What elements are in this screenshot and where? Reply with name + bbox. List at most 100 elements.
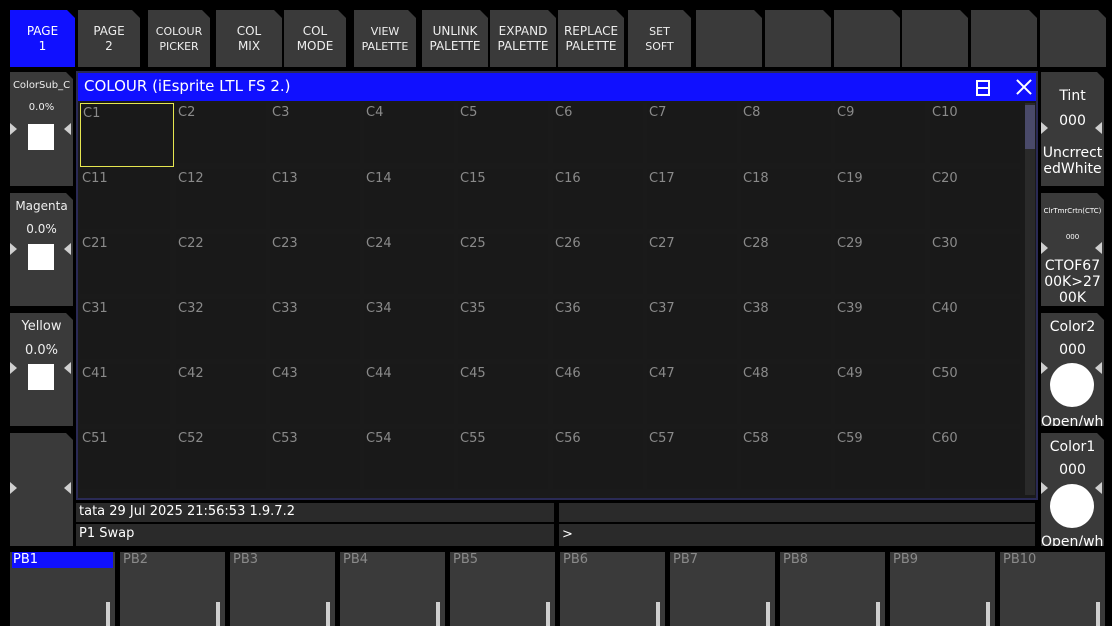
decrease-arrow-icon[interactable] [10, 482, 17, 494]
encoder-color1[interactable]: Color1 000 Open/whit [1041, 433, 1104, 546]
palette-cell[interactable]: C44 [364, 364, 454, 424]
palette-cell[interactable]: C49 [835, 364, 925, 424]
toolbar-button-set-soft[interactable]: SET SOFT [628, 10, 691, 67]
fader-handle[interactable] [436, 602, 440, 626]
toolbar-button-blank-1[interactable] [696, 10, 762, 67]
palette-cell[interactable]: C40 [930, 299, 1020, 359]
palette-cell[interactable]: C2 [176, 103, 266, 163]
toolbar-button-col-mix[interactable]: COL MIX [216, 10, 282, 67]
decrease-arrow-icon[interactable] [1041, 122, 1048, 134]
palette-cell[interactable]: C35 [458, 299, 548, 359]
decrease-arrow-icon[interactable] [1041, 362, 1048, 374]
palette-cell[interactable]: C52 [176, 429, 266, 489]
playback-pb9[interactable]: PB9 [890, 552, 995, 626]
toolbar-button-view-palette[interactable]: VIEW PALETTE [354, 10, 416, 67]
palette-cell[interactable]: C6 [553, 103, 643, 163]
palette-cell[interactable]: C26 [553, 234, 643, 294]
fader-handle[interactable] [1096, 602, 1100, 626]
fader-handle[interactable] [106, 602, 110, 626]
decrease-arrow-icon[interactable] [10, 123, 17, 135]
palette-cell[interactable]: C53 [270, 429, 360, 489]
palette-cell[interactable]: C4 [364, 103, 454, 163]
increase-arrow-icon[interactable] [64, 123, 71, 135]
palette-cell[interactable]: C29 [835, 234, 925, 294]
palette-cell[interactable]: C7 [647, 103, 737, 163]
palette-cell[interactable]: C54 [364, 429, 454, 489]
increase-arrow-icon[interactable] [64, 362, 71, 374]
palette-cell[interactable]: C32 [176, 299, 266, 359]
palette-cell[interactable]: C13 [270, 169, 360, 229]
palette-cell[interactable]: C59 [835, 429, 925, 489]
toolbar-button-blank-4[interactable] [902, 10, 968, 67]
encoder-colour-temperature[interactable]: ClrTmrCrtn(CTC) 000 CTOF67 00K>27 00K [1041, 193, 1104, 306]
palette-cell[interactable]: C25 [458, 234, 548, 294]
encoder-colorsub-c[interactable]: ColorSub_C 0.0% [10, 72, 73, 186]
palette-cell[interactable]: C56 [553, 429, 643, 489]
toolbar-button-colour-picker[interactable]: COLOUR PICKER [148, 10, 210, 67]
fader-handle[interactable] [546, 602, 550, 626]
toolbar-button-page-2[interactable]: PAGE 2 [78, 10, 140, 67]
palette-cell[interactable]: C22 [176, 234, 266, 294]
palette-cell[interactable]: C43 [270, 364, 360, 424]
palette-cell[interactable]: C33 [270, 299, 360, 359]
toolbar-button-blank-3[interactable] [834, 10, 900, 67]
palette-cell[interactable]: C21 [80, 234, 170, 294]
palette-cell[interactable]: C55 [458, 429, 548, 489]
palette-cell[interactable]: C37 [647, 299, 737, 359]
palette-cell[interactable]: C30 [930, 234, 1020, 294]
playback-pb6[interactable]: PB6 [560, 552, 665, 626]
palette-cell[interactable]: C18 [741, 169, 831, 229]
scrollbar-track[interactable] [1025, 103, 1035, 495]
playback-pb8[interactable]: PB8 [780, 552, 885, 626]
toolbar-button-blank-5[interactable] [971, 10, 1037, 67]
fader-handle[interactable] [766, 602, 770, 626]
playback-pb1[interactable]: PB1 [10, 552, 115, 626]
increase-arrow-icon[interactable] [1095, 242, 1102, 254]
encoder-color2[interactable]: Color2 000 Open/whit [1041, 313, 1104, 426]
toolbar-button-unlink-palette[interactable]: UNLINK PALETTE [422, 10, 488, 67]
fader-handle[interactable] [216, 602, 220, 626]
palette-cell[interactable]: C23 [270, 234, 360, 294]
palette-cell[interactable]: C41 [80, 364, 170, 424]
toolbar-button-expand-palette[interactable]: EXPAND PALETTE [490, 10, 556, 67]
increase-arrow-icon[interactable] [1095, 362, 1102, 374]
palette-cell[interactable]: C8 [741, 103, 831, 163]
palette-cell[interactable]: C38 [741, 299, 831, 359]
decrease-arrow-icon[interactable] [10, 243, 17, 255]
playback-pb4[interactable]: PB4 [340, 552, 445, 626]
increase-arrow-icon[interactable] [1095, 482, 1102, 494]
increase-arrow-icon[interactable] [64, 482, 71, 494]
fader-handle[interactable] [326, 602, 330, 626]
palette-cell[interactable]: C10 [930, 103, 1020, 163]
palette-cell[interactable]: C9 [835, 103, 925, 163]
playback-pb10[interactable]: PB10 [1000, 552, 1105, 626]
increase-arrow-icon[interactable] [1095, 122, 1102, 134]
encoder-yellow[interactable]: Yellow 0.0% [10, 313, 73, 426]
scrollbar-thumb[interactable] [1025, 105, 1035, 149]
palette-cell[interactable]: C17 [647, 169, 737, 229]
encoder-empty[interactable] [10, 433, 73, 546]
playback-pb3[interactable]: PB3 [230, 552, 335, 626]
fader-handle[interactable] [656, 602, 660, 626]
palette-cell[interactable]: C3 [270, 103, 360, 163]
palette-cell[interactable]: C27 [647, 234, 737, 294]
decrease-arrow-icon[interactable] [1041, 242, 1048, 254]
increase-arrow-icon[interactable] [64, 243, 71, 255]
fader-handle[interactable] [876, 602, 880, 626]
palette-cell[interactable]: C1 [80, 103, 174, 167]
command-prompt[interactable]: > [559, 524, 1035, 546]
palette-cell[interactable]: C39 [835, 299, 925, 359]
palette-cell[interactable]: C42 [176, 364, 266, 424]
window-title-bar[interactable]: COLOUR (iEsprite LTL FS 2.) [78, 73, 1036, 101]
palette-cell[interactable]: C46 [553, 364, 643, 424]
palette-cell[interactable]: C5 [458, 103, 548, 163]
palette-cell[interactable]: C19 [835, 169, 925, 229]
palette-cell[interactable]: C12 [176, 169, 266, 229]
palette-cell[interactable]: C24 [364, 234, 454, 294]
maximize-icon[interactable] [976, 80, 990, 96]
decrease-arrow-icon[interactable] [1041, 482, 1048, 494]
palette-cell[interactable]: C34 [364, 299, 454, 359]
playback-pb7[interactable]: PB7 [670, 552, 775, 626]
close-icon[interactable] [1014, 77, 1034, 97]
palette-cell[interactable]: C11 [80, 169, 170, 229]
